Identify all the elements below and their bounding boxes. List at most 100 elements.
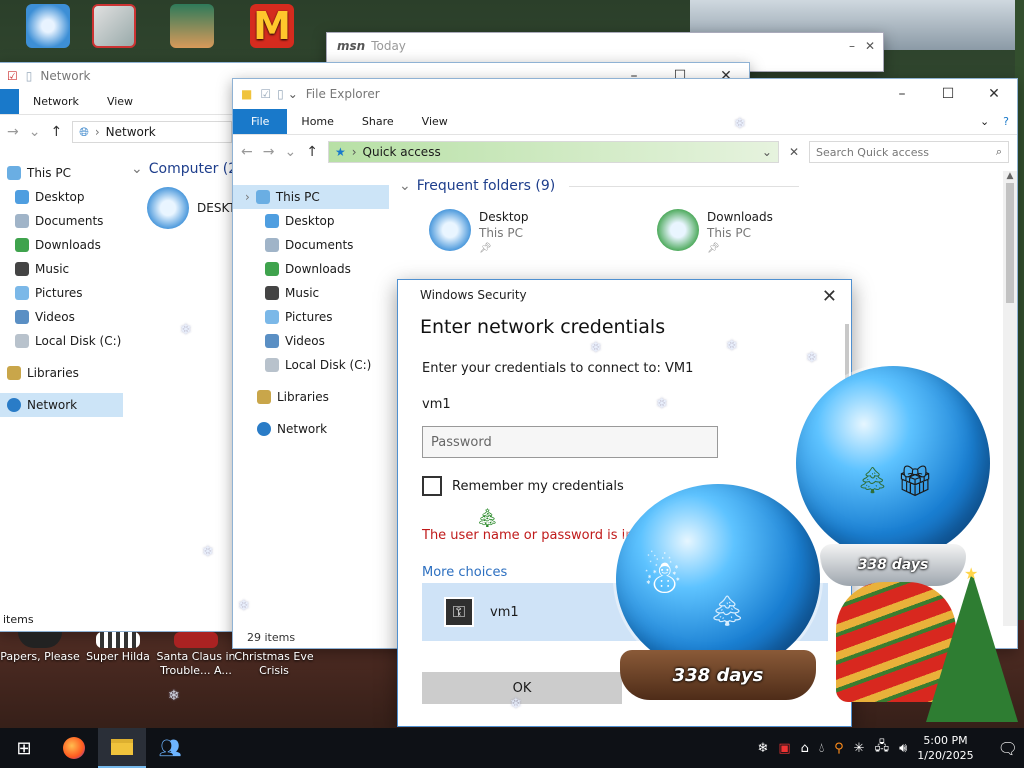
search-tray-icon[interactable]: ⚲ <box>834 741 844 756</box>
nav-music[interactable]: Music <box>0 257 154 281</box>
address-dropdown-icon[interactable]: ⌄ <box>762 145 772 159</box>
minimize-icon[interactable]: – <box>879 79 925 109</box>
globe-sphere-large <box>796 366 990 560</box>
clock-time: 5:00 PM <box>923 734 968 747</box>
nav-network[interactable]: Network <box>0 393 123 417</box>
nav-label: Music <box>35 262 70 276</box>
volume-tray-icon[interactable]: 🔊︎ <box>899 741 907 756</box>
maximize-icon[interactable]: ☐ <box>925 79 971 109</box>
water-drop-tray-icon[interactable]: 💧︎ <box>819 741 824 756</box>
computer-item[interactable]: DESKTO <box>147 187 245 229</box>
nav-music[interactable]: Music <box>233 281 388 305</box>
network-history-icon[interactable]: ⌄ <box>29 124 41 140</box>
nav-videos[interactable]: Videos <box>0 305 154 329</box>
search-input[interactable]: Search Quick access ⌕ <box>809 141 1009 163</box>
folder-tile-desktop[interactable]: Desktop This PC 📌︎ <box>429 209 529 257</box>
network-tab-network[interactable]: Network <box>19 89 93 114</box>
nav-libraries[interactable]: Libraries <box>0 361 154 385</box>
icon-label: Super Hilda <box>86 650 150 663</box>
chevron-down-icon: ⌄ <box>131 161 143 177</box>
snowflake-tray-icon[interactable]: ❄ <box>757 741 768 756</box>
security-tray-icon[interactable]: ▣ <box>778 741 790 756</box>
scroll-thumb[interactable] <box>1006 183 1014 303</box>
network-tab-view[interactable]: View <box>93 89 147 114</box>
search-icon: ⌕ <box>995 145 1002 158</box>
folder-tile-downloads[interactable]: Downloads This PC 📌︎ <box>657 209 773 257</box>
help-icon[interactable]: ? <box>995 109 1017 134</box>
up-icon[interactable]: ↑ <box>306 144 318 160</box>
frequent-folders-header[interactable]: ⌄ Frequent folders (9) <box>399 178 800 194</box>
network-up-icon[interactable]: ↑ <box>50 124 62 140</box>
christmas-tree-gadget[interactable]: ★ <box>832 564 1024 728</box>
snowflake-icon: ❄ <box>734 116 746 132</box>
desktop-folder-icon <box>429 209 471 251</box>
ok-button[interactable]: OK <box>422 672 622 704</box>
desktop-icon-safe[interactable] <box>76 4 152 50</box>
computer-group-header[interactable]: ⌄ Computer (2) <box>131 161 243 177</box>
nav-documents[interactable]: Documents <box>0 209 154 233</box>
tab-home[interactable]: Home <box>287 109 347 134</box>
nav-documents[interactable]: Documents <box>233 233 388 257</box>
ribbon-expand-icon[interactable]: ⌄ <box>974 109 995 134</box>
nav-local-disk[interactable]: Local Disk (C:) <box>233 353 388 377</box>
notifications-icon[interactable]: 🗨︎ <box>998 739 1018 758</box>
nav-desktop[interactable]: Desktop <box>0 185 154 209</box>
nav-videos[interactable]: Videos <box>233 329 388 353</box>
desktop-icon-super-hilda[interactable]: Super Hilda <box>80 632 156 664</box>
desktop-icon-mcdonalds[interactable]: M <box>234 4 310 50</box>
days-counter-small: 338 days <box>672 664 764 686</box>
network-navpane: This PC Desktop Documents Downloads Musi… <box>0 161 154 417</box>
vertical-scrollbar[interactable]: ▲ <box>1003 171 1017 627</box>
snow-globe-large[interactable]: 🎁︎ 🌲︎ 338 days <box>796 366 990 586</box>
forward-icon[interactable]: → <box>263 144 275 160</box>
recent-locations-icon[interactable]: ⌄ <box>284 144 296 160</box>
back-icon[interactable]: ← <box>241 144 253 160</box>
taskbar-file-explorer[interactable] <box>98 728 146 768</box>
remember-checkbox[interactable] <box>422 476 442 496</box>
desktop-icon-game[interactable] <box>154 4 230 50</box>
nav-local-disk[interactable]: Local Disk (C:) <box>0 329 154 353</box>
remember-credentials[interactable]: Remember my credentials <box>422 476 624 496</box>
desktop-icon-mac[interactable] <box>10 4 86 50</box>
nav-pictures[interactable]: Pictures <box>233 305 388 329</box>
nav-desktop[interactable]: Desktop <box>233 209 388 233</box>
nav-network[interactable]: Network <box>233 417 388 441</box>
scroll-up-icon[interactable]: ▲ <box>1003 171 1017 181</box>
nav-downloads[interactable]: Downloads <box>233 257 388 281</box>
clock[interactable]: 5:00 PM 1/20/2025 <box>917 733 973 763</box>
nav-label: Videos <box>35 310 75 324</box>
nav-label: Libraries <box>27 366 79 380</box>
taskbar-people[interactable]: 👥︎ <box>146 728 194 768</box>
desktop-icon-santa-claus[interactable]: Santa Claus in Trouble... A... <box>156 632 236 678</box>
tab-view[interactable]: View <box>408 109 462 134</box>
msn-close-icon[interactable]: ✕ <box>865 39 875 53</box>
address-field[interactable]: ★ › Quick access ⌄ <box>327 141 779 163</box>
network-address-field[interactable]: 🌐︎ › Network <box>72 121 233 143</box>
gift-boxes-icon: 🎁︎ <box>896 464 935 499</box>
network-forward-icon[interactable]: → <box>7 124 19 140</box>
tab-file[interactable]: File <box>233 109 288 134</box>
snowflake-icon: ❄ <box>510 696 522 712</box>
password-field[interactable]: Password <box>422 426 718 458</box>
address-close-icon[interactable]: ✕ <box>789 145 799 159</box>
desktop-icon-papers-please[interactable]: Papers, Please <box>0 632 80 664</box>
network-tray-icon[interactable]: 🖧︎ <box>875 737 890 759</box>
desktop-icon-christmas-eve[interactable]: Christmas Eve Crisis <box>234 632 314 678</box>
chevron-down-icon: ⌄ <box>399 178 411 194</box>
tab-share[interactable]: Share <box>348 109 408 134</box>
start-button[interactable]: ⊞ <box>0 728 48 768</box>
usb-tray-icon[interactable]: ⌂ <box>801 741 809 756</box>
nav-libraries[interactable]: Libraries <box>233 385 388 409</box>
network-file-tab[interactable] <box>0 89 19 114</box>
snow-globe-small[interactable]: ☃︎ 🌲︎ 338 days <box>612 484 824 704</box>
dialog-close-icon[interactable]: ✕ <box>822 286 837 307</box>
nav-this-pc[interactable]: › This PC <box>233 185 389 209</box>
nav-downloads[interactable]: Downloads <box>0 233 154 257</box>
taskbar-firefox[interactable] <box>50 728 98 768</box>
dialog-heading: Enter network credentials <box>420 316 666 338</box>
sun-tray-icon[interactable]: ✳ <box>854 741 865 756</box>
close-icon[interactable]: ✕ <box>971 79 1017 109</box>
nav-pictures[interactable]: Pictures <box>0 281 154 305</box>
msn-minimize-icon[interactable]: – <box>849 39 855 53</box>
more-choices-link[interactable]: More choices <box>422 565 507 580</box>
